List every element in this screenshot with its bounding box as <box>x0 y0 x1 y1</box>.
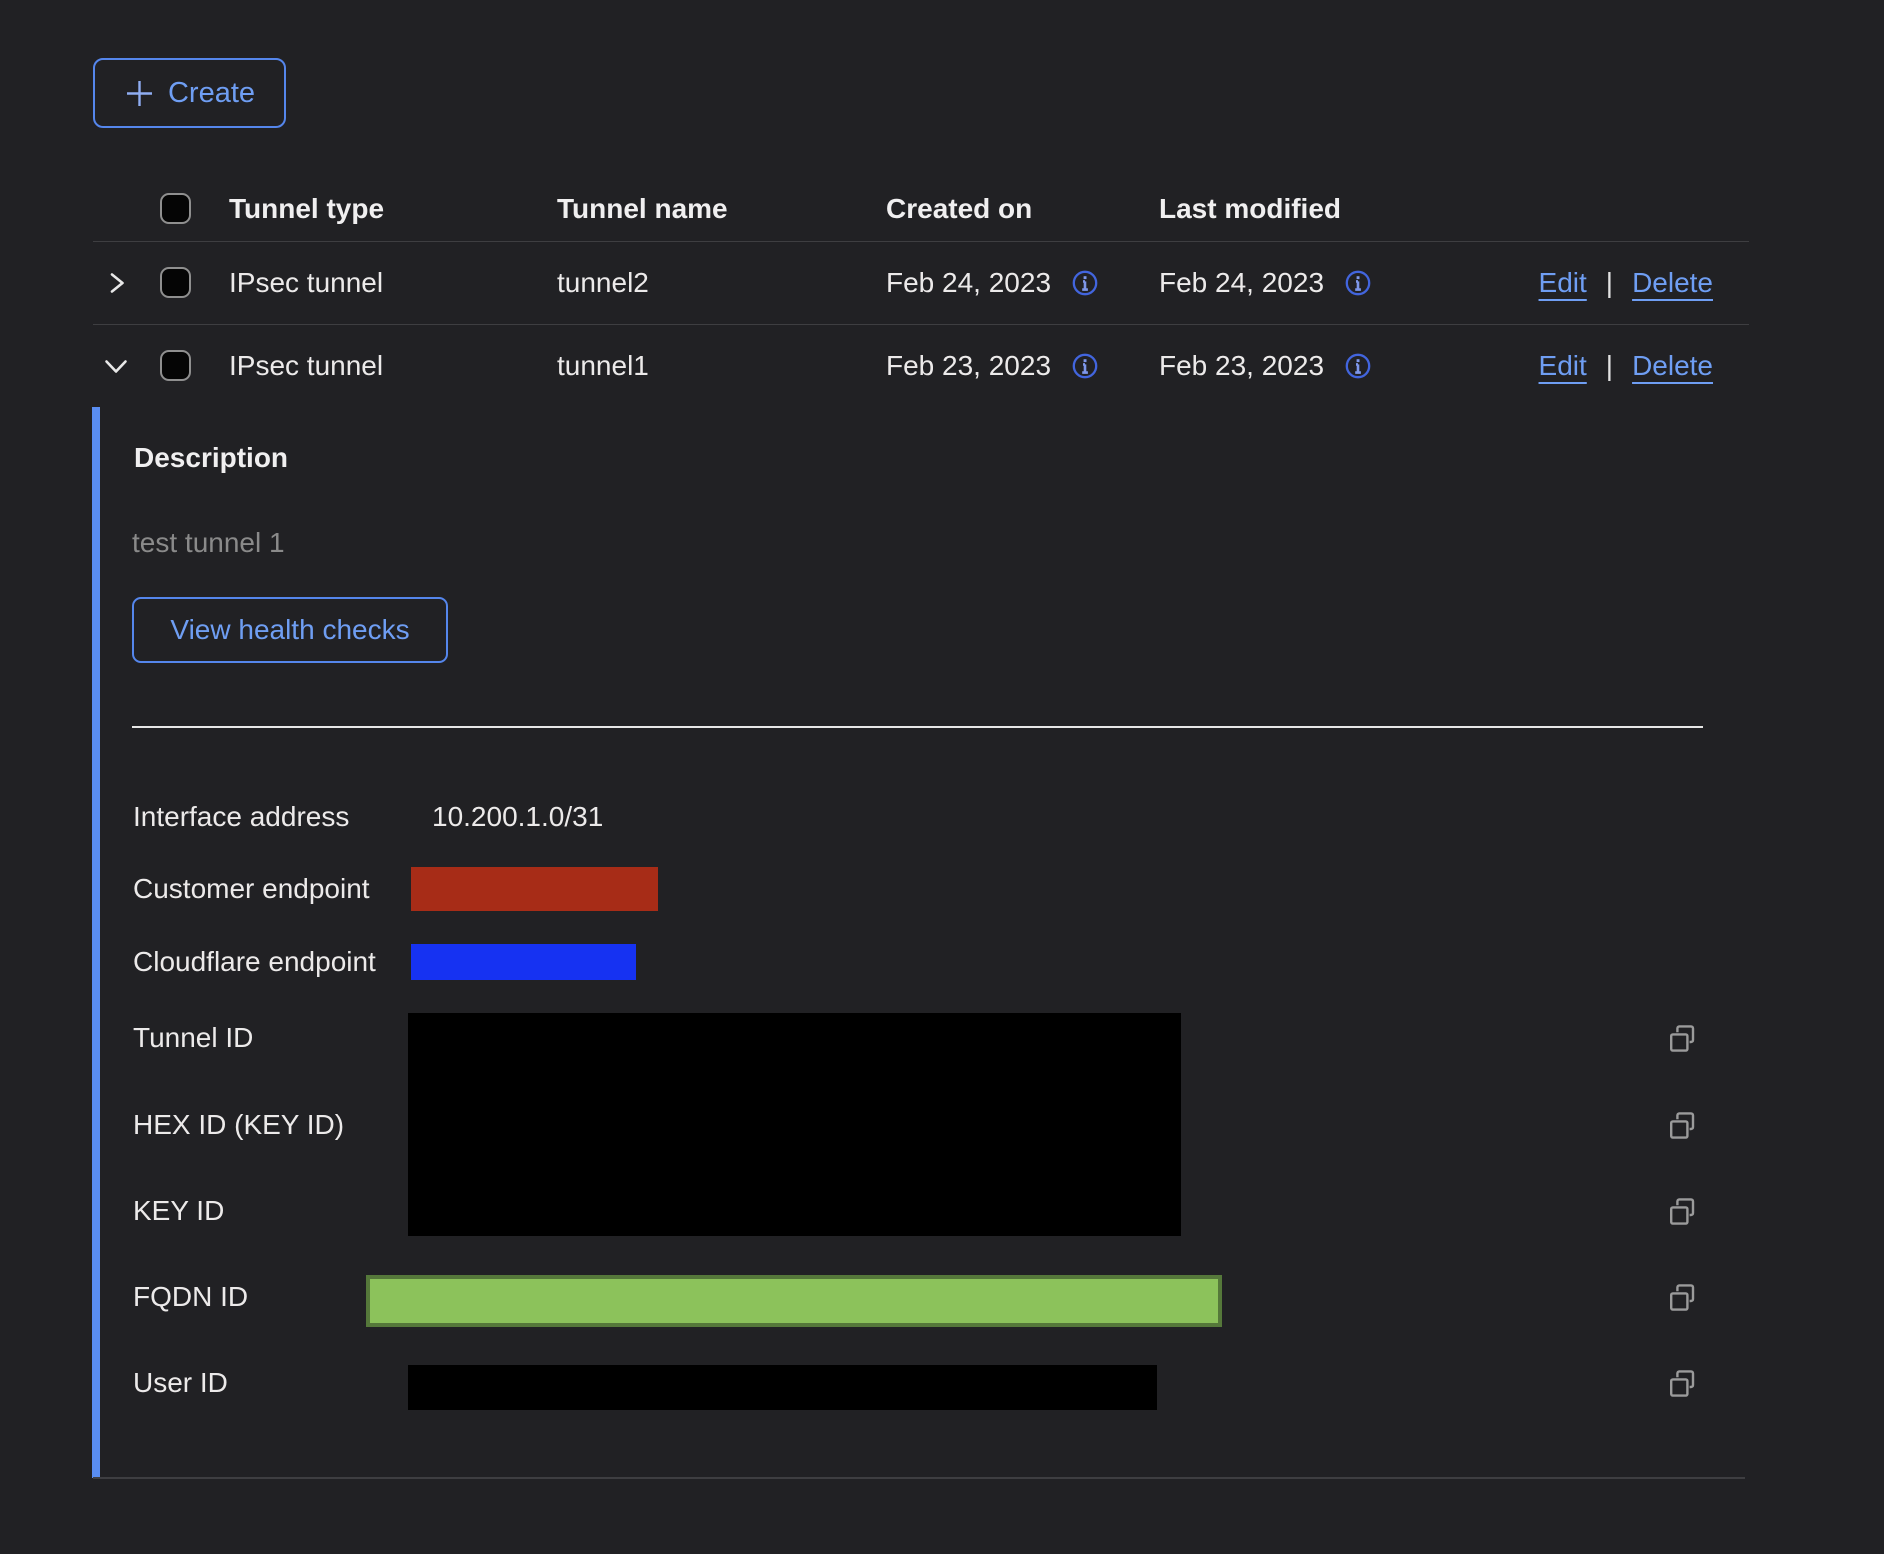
info-icon[interactable] <box>1344 352 1372 380</box>
edit-link[interactable]: Edit <box>1539 267 1587 299</box>
view-health-checks-button[interactable]: View health checks <box>132 597 448 663</box>
info-icon[interactable] <box>1071 352 1099 380</box>
collapse-row-button[interactable] <box>102 352 130 380</box>
copy-fqdn-id-button[interactable] <box>1668 1282 1696 1313</box>
copy-user-id-button[interactable] <box>1668 1368 1696 1399</box>
last-modified-value: Feb 23, 2023 <box>1159 350 1324 382</box>
tunnel-type-cell: IPsec tunnel <box>229 350 557 382</box>
row-checkbox[interactable] <box>160 350 191 381</box>
table-bottom-divider <box>93 1477 1745 1479</box>
tunnel-type-cell: IPsec tunnel <box>229 267 557 299</box>
plus-icon <box>124 78 155 109</box>
description-text: test tunnel 1 <box>132 526 285 560</box>
tunnel-name-cell: tunnel2 <box>557 267 886 299</box>
chevron-down-icon <box>102 352 130 380</box>
tunnels-page: Create Tunnel type Tunnel name Created o… <box>0 0 1884 1554</box>
field-label-user-id: User ID <box>133 1366 228 1400</box>
tunnel-id-hex-key-redaction <box>408 1013 1181 1236</box>
field-label-hex-id: HEX ID (KEY ID) <box>133 1108 344 1142</box>
cloudflare-endpoint-redaction <box>411 944 636 980</box>
field-label-fqdn-id: FQDN ID <box>133 1280 248 1314</box>
expand-row-button[interactable] <box>102 269 130 297</box>
tunnels-table: Tunnel type Tunnel name Created on Last … <box>93 176 1749 407</box>
copy-icon <box>1668 1110 1696 1140</box>
header-created-on: Created on <box>886 193 1159 225</box>
action-separator: | <box>1606 267 1613 299</box>
edit-link[interactable]: Edit <box>1539 350 1587 382</box>
copy-icon <box>1668 1282 1696 1312</box>
create-button-label: Create <box>168 77 255 110</box>
detail-divider <box>132 726 1703 728</box>
last-modified-value: Feb 24, 2023 <box>1159 267 1324 299</box>
delete-link[interactable]: Delete <box>1632 267 1713 299</box>
create-button[interactable]: Create <box>93 58 286 128</box>
table-header-row: Tunnel type Tunnel name Created on Last … <box>93 176 1749 242</box>
info-icon[interactable] <box>1071 269 1099 297</box>
interface-address-value: 10.200.1.0/31 <box>432 800 603 834</box>
field-label-customer-endpoint: Customer endpoint <box>133 872 370 906</box>
row-checkbox[interactable] <box>160 267 191 298</box>
customer-endpoint-redaction <box>411 867 658 911</box>
select-all-checkbox[interactable] <box>160 193 191 224</box>
header-tunnel-name: Tunnel name <box>557 193 886 225</box>
delete-link[interactable]: Delete <box>1632 350 1713 382</box>
field-label-key-id: KEY ID <box>133 1194 224 1228</box>
created-on-value: Feb 24, 2023 <box>886 267 1051 299</box>
field-label-cloudflare-endpoint: Cloudflare endpoint <box>133 945 376 979</box>
copy-tunnel-id-button[interactable] <box>1668 1023 1696 1054</box>
tunnel-details-panel: Description test tunnel 1 View health ch… <box>92 407 1792 1478</box>
header-tunnel-type: Tunnel type <box>229 193 557 225</box>
copy-icon <box>1668 1196 1696 1226</box>
table-row-tunnel2: IPsec tunnel tunnel2 Feb 24, 2023 Feb 24… <box>93 242 1749 325</box>
user-id-redaction <box>408 1365 1157 1410</box>
tunnel-name-cell: tunnel1 <box>557 350 886 382</box>
header-last-modified: Last modified <box>1159 193 1435 225</box>
copy-icon <box>1668 1368 1696 1398</box>
info-icon[interactable] <box>1344 269 1372 297</box>
field-label-interface-address: Interface address <box>133 800 349 834</box>
field-label-tunnel-id: Tunnel ID <box>133 1021 253 1055</box>
copy-hex-id-button[interactable] <box>1668 1110 1696 1141</box>
table-row-tunnel1: IPsec tunnel tunnel1 Feb 23, 2023 Feb 23… <box>93 325 1749 408</box>
action-separator: | <box>1606 350 1613 382</box>
created-on-value: Feb 23, 2023 <box>886 350 1051 382</box>
description-heading: Description <box>134 441 288 475</box>
copy-key-id-button[interactable] <box>1668 1196 1696 1227</box>
copy-icon <box>1668 1023 1696 1053</box>
fqdn-id-redaction <box>366 1275 1222 1327</box>
chevron-right-icon <box>102 269 130 297</box>
